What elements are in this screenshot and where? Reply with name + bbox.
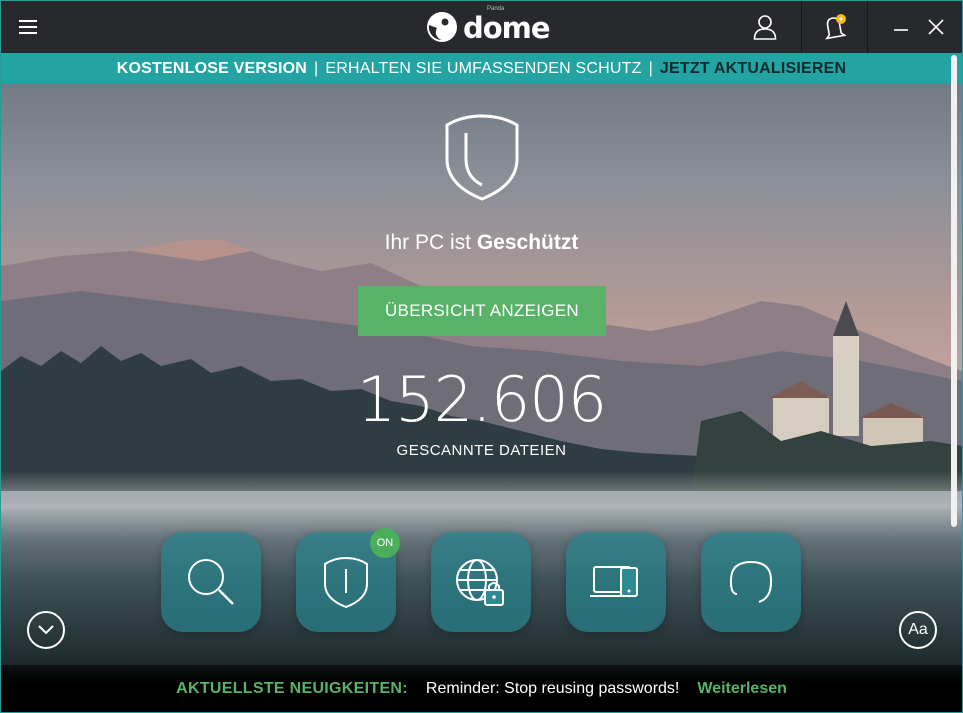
minimize-icon — [894, 29, 908, 31]
protection-text: ERHALTEN SIE UMFASSENDEN SCHUTZ — [325, 59, 642, 77]
hamburger-menu-icon[interactable] — [15, 15, 41, 39]
support-tile[interactable] — [701, 532, 801, 632]
app-window: Panda dome KOSTENLOSE VERSION | ERHALTEN… — [0, 0, 963, 713]
account-button[interactable] — [741, 1, 789, 53]
headset-icon — [730, 560, 772, 603]
search-icon — [188, 559, 234, 605]
upgrade-banner: KOSTENLOSE VERSION | ERHALTEN SIE UMFASS… — [1, 53, 962, 84]
banner-separator: | — [314, 59, 319, 77]
protection-status: Ihr PC ist Geschützt — [1, 231, 962, 255]
expand-down-button[interactable] — [27, 611, 65, 649]
logo-text: dome — [463, 11, 551, 45]
overview-button[interactable]: ÜBERSICHT ANZEIGEN — [358, 286, 606, 336]
title-bar: Panda dome — [1, 1, 962, 53]
laptop-phone-icon — [590, 566, 638, 597]
close-button[interactable] — [916, 1, 956, 53]
news-bar: AKTUELLSTE NEUIGKEITEN: Reminder: Stop r… — [1, 665, 962, 712]
panda-logo-icon — [427, 12, 457, 42]
status-prefix: Ihr PC ist — [384, 231, 477, 254]
user-icon — [753, 15, 777, 40]
devices-tile[interactable] — [566, 532, 666, 632]
app-logo: Panda dome — [425, 6, 551, 45]
minimize-button[interactable] — [881, 1, 921, 53]
chevron-down-icon — [38, 625, 54, 635]
scan-tile[interactable] — [161, 532, 261, 632]
font-size-button[interactable]: Aa — [899, 611, 937, 649]
status-state: Geschützt — [476, 231, 579, 254]
free-version-label: KOSTENLOSE VERSION — [116, 59, 308, 77]
news-label: AKTUELLSTE NEUIGKEITEN: — [176, 679, 408, 697]
shield-icon — [324, 556, 368, 609]
shield-status-icon — [445, 114, 519, 201]
scanned-files-label: GESCANNTE DATEIEN — [396, 442, 567, 459]
banner-separator: | — [648, 59, 653, 77]
close-icon — [928, 19, 944, 35]
notifications-button[interactable] — [802, 1, 867, 53]
web-protection-tile[interactable] — [431, 532, 531, 632]
bell-icon — [824, 14, 847, 40]
antivirus-on-badge: ON — [370, 528, 400, 558]
scanned-files-count: 152.606 — [356, 363, 607, 436]
upgrade-link[interactable]: JETZT AKTUALISIEREN — [660, 60, 846, 78]
globe-lock-icon — [456, 559, 504, 606]
read-more-link[interactable]: Weiterlesen — [697, 680, 787, 698]
news-text: Reminder: Stop reusing passwords! — [425, 679, 680, 697]
